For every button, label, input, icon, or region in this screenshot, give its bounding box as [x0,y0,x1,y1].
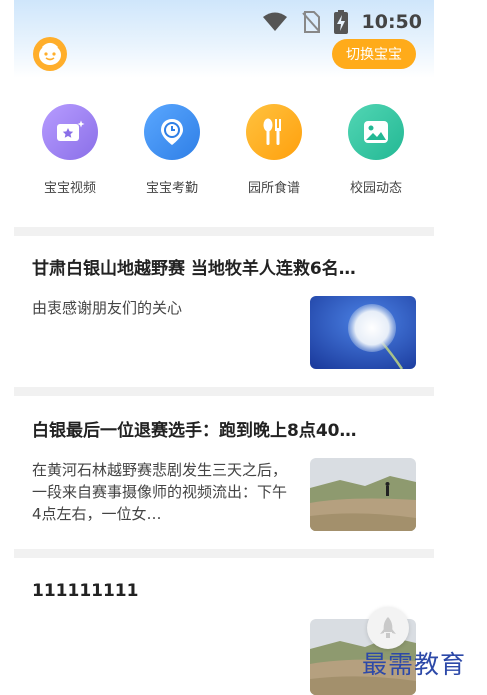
smiley-face-icon [39,43,61,65]
status-bar: 10:50 [262,9,422,35]
quick-action-campus-news[interactable]: 校园动态 [326,104,426,196]
app-screen: 10:50 切换宝宝 宝宝视频 宝宝考勤 园所食谱 校园动态 甘肃白银山地越野赛… [14,0,434,695]
quick-action-label: 宝宝视频 [43,181,96,196]
section-divider [14,387,434,396]
header: 10:50 切换宝宝 [14,0,434,78]
quick-action-attendance[interactable]: 宝宝考勤 [122,104,222,196]
quick-action-baby-video[interactable]: 宝宝视频 [20,104,120,196]
image-icon [348,104,404,160]
news-title: 白银最后一位退赛选手：跑到晚上8点40… [32,421,357,441]
utensils-icon [246,104,302,160]
baby-avatar[interactable] [33,37,67,71]
no-sim-icon [301,11,320,33]
dandelion-photo [310,296,416,369]
section-divider [14,549,434,558]
section-divider [14,227,434,236]
news-thumbnail [310,458,416,531]
video-star-icon [42,104,98,160]
quick-action-label: 宝宝考勤 [145,181,198,196]
news-summary: 由衷感谢朋友们的关心 [32,299,183,317]
news-item[interactable]: 白银最后一位退赛选手：跑到晚上8点40… 在黄河石林越野赛悲剧发生三天之后，一段… [14,419,434,549]
mountain-runner-photo [310,458,416,531]
clock-pin-icon [144,104,200,160]
news-item[interactable]: 甘肃白银山地越野赛 当地牧羊人连救6名… 由衷感谢朋友们的关心 [14,257,434,387]
rocket-icon [380,617,396,638]
news-summary: 在黄河石林越野赛悲剧发生三天之后，一段来自赛事摄像师的视频流出：下午4点左右，一… [32,461,288,523]
quick-actions: 宝宝视频 宝宝考勤 园所食谱 校园动态 [14,104,434,204]
watermark-text: 最需教育 [362,650,467,679]
wifi-icon [262,12,287,31]
quick-action-menu[interactable]: 园所食谱 [224,104,324,196]
switch-baby-button[interactable]: 切换宝宝 [332,39,416,69]
battery-charging-icon [333,10,348,34]
back-to-top-button[interactable] [367,607,409,649]
quick-action-label: 园所食谱 [247,181,300,196]
news-title: 甘肃白银山地越野赛 当地牧羊人连救6名… [32,259,356,279]
status-time: 10:50 [361,11,422,33]
news-thumbnail [310,296,416,369]
quick-action-label: 校园动态 [349,181,402,196]
news-title: 111111111 [32,581,139,601]
